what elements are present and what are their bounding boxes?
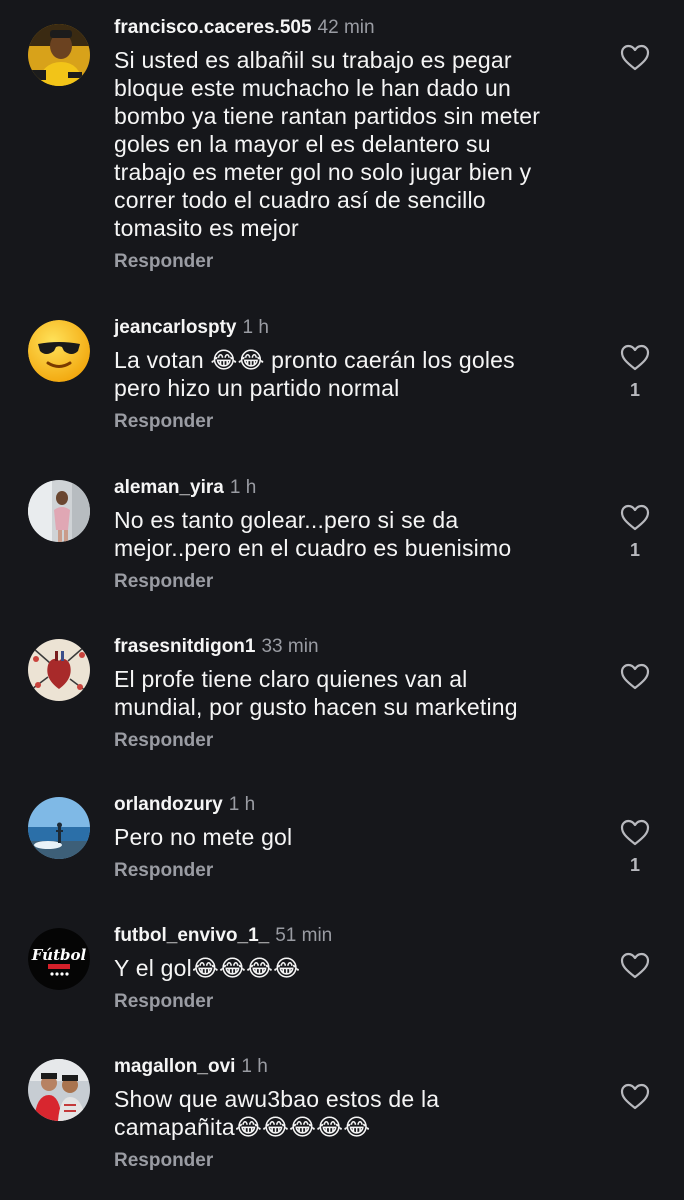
avatar[interactable] <box>28 639 90 701</box>
comment-meta: aleman_yira 1 h <box>114 476 594 500</box>
futbol-logo-avatar: Fútbol <box>28 928 90 990</box>
anatomical-heart-avatar <box>28 639 90 701</box>
avatar[interactable] <box>28 480 90 542</box>
comment-text: Si usted es albañil su trabajo es pegar … <box>114 47 541 241</box>
heart-outline-icon <box>620 663 650 690</box>
like-button[interactable]: 1 <box>620 819 650 876</box>
username[interactable]: francisco.caceres.505 <box>114 17 312 38</box>
heart-outline-icon <box>620 44 650 71</box>
timestamp: 1 h <box>241 1056 268 1077</box>
comment-text: Show que awu3bao estos de la camapañita😂… <box>114 1086 440 1140</box>
timestamp: 42 min <box>317 17 375 38</box>
comment-text: El profe tiene claro quienes van al mund… <box>114 666 518 720</box>
timestamp: 51 min <box>275 925 333 946</box>
username[interactable]: frasesnitdigon1 <box>114 636 255 657</box>
comment-body: orlandozury 1 h Pero no mete gol Responde… <box>114 793 594 883</box>
username[interactable]: jeancarlospty <box>114 317 237 338</box>
svg-text:Fútbol: Fútbol <box>31 946 87 964</box>
comment-meta: orlandozury 1 h <box>114 793 594 817</box>
comment-body: aleman_yira 1 h No es tanto golear...pero… <box>114 476 594 594</box>
like-count: 1 <box>629 540 640 560</box>
like-count: 1 <box>629 855 640 875</box>
comment-body: magallon_ovi 1 h Show que awu3bao estos d… <box>114 1055 594 1173</box>
reply-button[interactable]: Responder <box>114 990 594 1014</box>
two-people-avatar <box>28 1059 90 1121</box>
username[interactable]: aleman_yira <box>114 477 224 498</box>
avatar[interactable] <box>28 320 90 382</box>
person-yellow-shirt-avatar <box>28 24 90 86</box>
comment-text: No es tanto golear...pero si se da mejor… <box>114 507 512 561</box>
heart-outline-icon <box>620 819 650 846</box>
timestamp: 1 h <box>228 794 256 815</box>
comment-body: francisco.caceres.505 42 min Si usted es … <box>114 16 594 274</box>
timestamp: 33 min <box>261 636 319 657</box>
heart-outline-icon <box>620 952 650 979</box>
comment-meta: frasesnitdigon1 33 min <box>114 635 594 659</box>
reply-button[interactable]: Responder <box>114 410 594 434</box>
comment-meta: futbol_envivo_1_ 51 min <box>114 924 594 948</box>
timestamp: 1 h <box>229 477 257 498</box>
like-button[interactable]: 1 <box>620 504 650 561</box>
reply-button[interactable]: Responder <box>114 570 594 594</box>
sunglasses-emoji-avatar <box>28 320 90 382</box>
comment-body: jeancarlospty 1 h La votan 😂😂 pronto caer… <box>114 316 594 434</box>
like-button[interactable] <box>620 44 650 80</box>
comment-body: futbol_envivo_1_ 51 min Y el gol😂😂😂😂 Resp… <box>114 924 594 1014</box>
person-photo-avatar <box>28 480 90 542</box>
heart-outline-icon <box>620 504 650 531</box>
avatar[interactable] <box>28 797 90 859</box>
like-button[interactable]: 1 <box>620 344 650 401</box>
like-button[interactable] <box>620 1083 650 1119</box>
heart-outline-icon <box>620 344 650 371</box>
username[interactable]: magallon_ovi <box>114 1056 235 1077</box>
username[interactable]: orlandozury <box>114 794 223 815</box>
comment-text: La votan 😂😂 pronto caerán los goles pero… <box>114 347 515 401</box>
reply-button[interactable]: Responder <box>114 250 594 274</box>
avatar[interactable] <box>28 1059 90 1121</box>
comment-meta: magallon_ovi 1 h <box>114 1055 594 1079</box>
username[interactable]: futbol_envivo_1_ <box>114 925 269 946</box>
comment-meta: jeancarlospty 1 h <box>114 316 594 340</box>
avatar[interactable] <box>28 24 90 86</box>
reply-button[interactable]: Responder <box>114 859 594 883</box>
avatar[interactable]: Fútbol <box>28 928 90 990</box>
heart-outline-icon <box>620 1083 650 1110</box>
like-count: 1 <box>629 380 640 400</box>
comment-meta: francisco.caceres.505 42 min <box>114 16 594 40</box>
comment-body: frasesnitdigon1 33 min El profe tiene cla… <box>114 635 594 753</box>
comment-text: Pero no mete gol <box>114 824 293 850</box>
reply-button[interactable]: Responder <box>114 729 594 753</box>
timestamp: 1 h <box>242 317 269 338</box>
like-button[interactable] <box>620 663 650 699</box>
reply-button[interactable]: Responder <box>114 1149 594 1173</box>
comment-text: Y el gol😂😂😂😂 <box>114 955 301 981</box>
like-button[interactable] <box>620 952 650 988</box>
sea-landscape-avatar <box>28 797 90 859</box>
